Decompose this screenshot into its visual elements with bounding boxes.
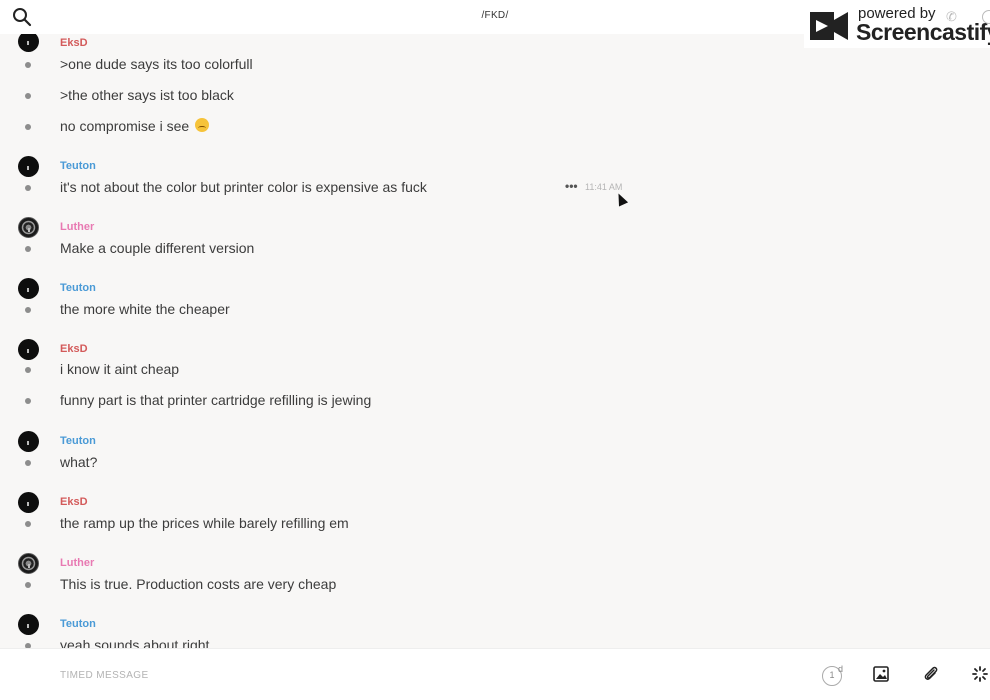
phone-icon[interactable]: ✆	[946, 9, 957, 25]
username[interactable]: EksD	[60, 343, 88, 355]
message-line[interactable]: >one dude says its too colorfull	[0, 56, 990, 76]
username[interactable]: Teuton	[60, 282, 96, 294]
avatar[interactable]	[18, 278, 39, 299]
message-text-content: no compromise i see	[60, 118, 190, 134]
message-line[interactable]: what?	[0, 454, 990, 474]
message-line[interactable]: This is true. Production costs are very …	[0, 576, 990, 596]
timer-unit: d	[838, 664, 844, 674]
disappointed-face-emoji-icon	[195, 118, 210, 132]
username[interactable]: Teuton	[60, 435, 96, 447]
message-text: no compromise i see	[60, 118, 210, 134]
avatar[interactable]	[18, 34, 39, 52]
message-input[interactable]	[60, 667, 660, 683]
avatar[interactable]	[18, 339, 39, 360]
paperclip-icon[interactable]	[923, 665, 939, 683]
avatar[interactable]	[18, 431, 39, 452]
message-text: the more white the cheaper	[60, 301, 230, 317]
message-timestamp: 11:41 AM	[585, 182, 623, 192]
message-feed: EksD >one dude says its too colorfull >t…	[0, 34, 990, 648]
username[interactable]: Teuton	[60, 618, 96, 630]
message-text: >one dude says its too colorfull	[60, 56, 253, 72]
username[interactable]: Teuton	[60, 160, 96, 172]
bullet-dot	[25, 521, 31, 527]
bullet-dot	[25, 367, 31, 373]
avatar[interactable]	[18, 156, 39, 177]
message-text: what?	[60, 454, 98, 470]
bullet-dot	[25, 185, 31, 191]
message-line[interactable]: i know it aint cheap	[0, 361, 990, 381]
info-icon[interactable]	[982, 10, 990, 24]
message-text: Make a couple different version	[60, 240, 255, 256]
image-icon[interactable]	[873, 666, 889, 682]
username[interactable]: EksD	[60, 496, 88, 508]
avatar[interactable]	[18, 614, 39, 635]
message-text: funny part is that printer cartridge ref…	[60, 392, 372, 408]
message-text: the ramp up the prices while barely refi…	[60, 515, 349, 531]
message-text: This is true. Production costs are very …	[60, 576, 337, 592]
bullet-dot	[25, 307, 31, 313]
more-options-icon[interactable]: •••	[565, 179, 578, 193]
avatar[interactable]	[18, 553, 39, 574]
bullet-dot	[25, 62, 31, 68]
message-line[interactable]: the ramp up the prices while barely refi…	[0, 515, 990, 535]
bullet-dot	[25, 93, 31, 99]
message-line[interactable]: the more white the cheaper	[0, 301, 990, 321]
bullet-dot	[25, 582, 31, 588]
composer-bar: 1 d	[0, 648, 990, 700]
username[interactable]: Luther	[60, 221, 94, 233]
message-line[interactable]: >the other says ist too black	[0, 87, 990, 107]
sparkle-effects-icon[interactable]	[972, 666, 988, 682]
bullet-dot	[25, 246, 31, 252]
message-line[interactable]: funny part is that printer cartridge ref…	[0, 392, 990, 412]
message-line[interactable]: no compromise i see	[0, 118, 990, 138]
bullet-dot	[25, 398, 31, 404]
message-text: i know it aint cheap	[60, 361, 180, 377]
bullet-dot	[25, 460, 31, 466]
avatar[interactable]	[18, 492, 39, 513]
message-line[interactable]: yeah sounds about right	[0, 637, 990, 648]
message-line[interactable]: it's not about the color but printer col…	[0, 179, 990, 199]
bullet-dot	[25, 124, 31, 130]
username[interactable]: Luther	[60, 557, 94, 569]
username[interactable]: EksD	[60, 37, 88, 49]
message-text: >the other says ist too black	[60, 87, 234, 103]
avatar[interactable]	[18, 217, 39, 238]
message-text: yeah sounds about right	[60, 637, 210, 648]
message-line[interactable]: Make a couple different version	[0, 240, 990, 260]
message-text: it's not about the color but printer col…	[60, 179, 427, 195]
